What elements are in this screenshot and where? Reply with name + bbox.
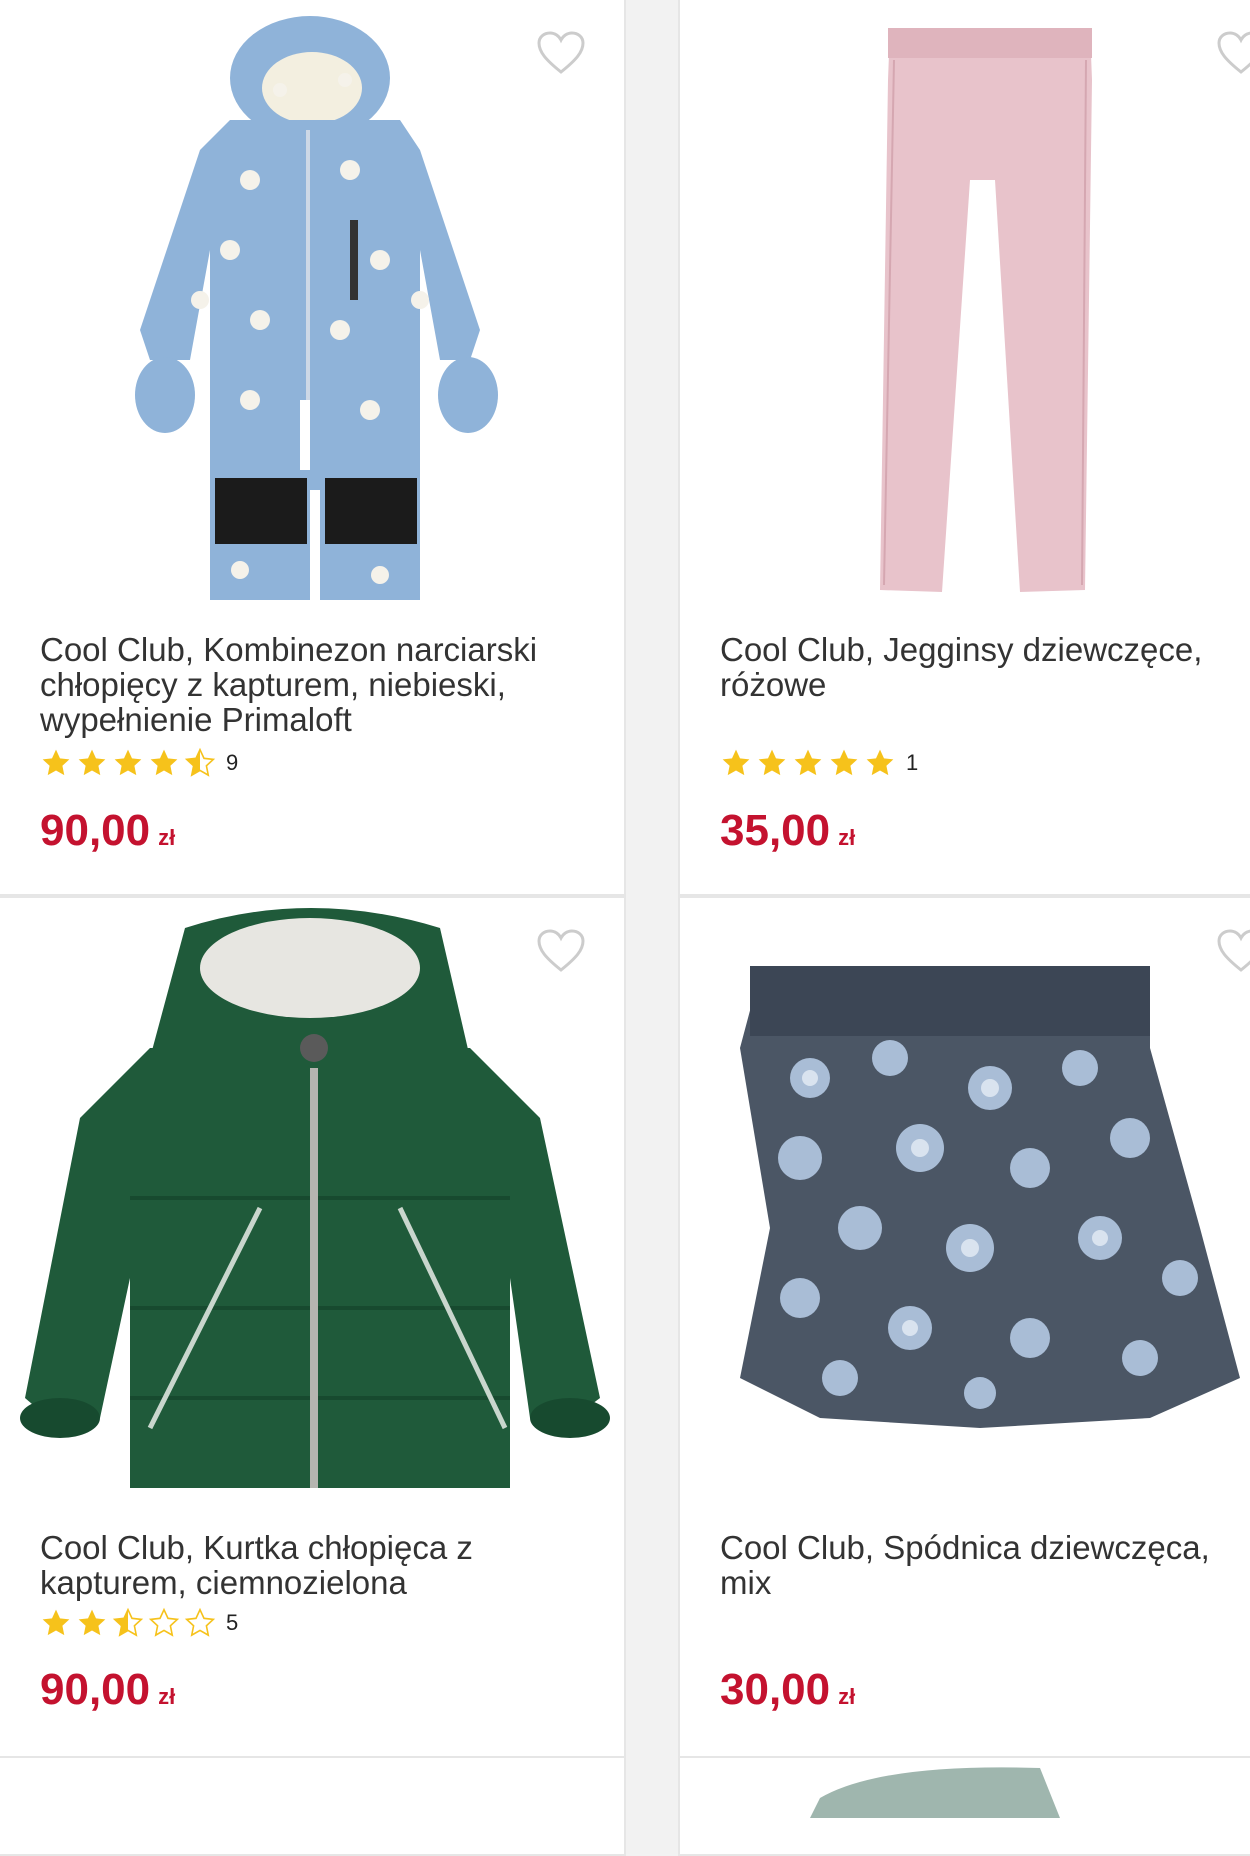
rating-count: 5 xyxy=(226,1610,239,1635)
product-rating: 1 xyxy=(720,747,918,779)
favorite-heart-icon[interactable] xyxy=(536,928,586,974)
product-rating: 9 xyxy=(40,747,238,779)
price-value: 90,00 xyxy=(40,1665,151,1714)
product-price: 30,00 zł xyxy=(720,1666,855,1721)
product-title[interactable]: Cool Club, Kombinezon narciarski chłopię… xyxy=(40,632,580,737)
product-card[interactable] xyxy=(0,1756,626,1856)
price-currency: zł xyxy=(838,825,856,850)
star-empty-icon xyxy=(148,1607,180,1639)
star-filled-icon xyxy=(112,747,144,779)
product-rating: 5 xyxy=(40,1607,238,1639)
star-filled-icon xyxy=(720,747,752,779)
product-card[interactable]: Cool Club, Jegginsy dziewczęce, różowe 1… xyxy=(678,0,1250,896)
star-filled-icon xyxy=(864,747,896,779)
favorite-heart-icon[interactable] xyxy=(1216,928,1250,974)
price-value: 35,00 xyxy=(720,806,831,855)
product-image-ski-suit[interactable] xyxy=(0,0,624,620)
product-price: 90,00 zł xyxy=(40,807,175,862)
favorite-heart-icon[interactable] xyxy=(1216,30,1250,76)
product-title[interactable]: Cool Club, Spódnica dziewczęca, mix xyxy=(720,1530,1220,1600)
product-image-partial[interactable] xyxy=(680,1758,1250,1856)
star-filled-icon xyxy=(828,747,860,779)
star-filled-icon xyxy=(76,1607,108,1639)
product-price: 35,00 zł xyxy=(720,807,855,862)
product-title[interactable]: Cool Club, Jegginsy dziewczęce, różowe xyxy=(720,632,1220,702)
star-filled-icon xyxy=(40,747,72,779)
product-title[interactable]: Cool Club, Kurtka chłopięca z kapturem, … xyxy=(40,1530,580,1600)
price-currency: zł xyxy=(158,825,176,850)
star-half-icon xyxy=(112,1607,144,1639)
star-filled-icon xyxy=(792,747,824,779)
star-filled-icon xyxy=(148,747,180,779)
product-card[interactable]: Cool Club, Spódnica dziewczęca, mix 30,0… xyxy=(678,896,1250,1758)
product-card[interactable]: Cool Club, Kurtka chłopięca z kapturem, … xyxy=(0,896,626,1758)
favorite-heart-icon[interactable] xyxy=(536,30,586,76)
product-card[interactable]: Cool Club, Kombinezon narciarski chłopię… xyxy=(0,0,626,896)
star-half-icon xyxy=(184,747,216,779)
star-filled-icon xyxy=(756,747,788,779)
price-currency: zł xyxy=(158,1684,176,1709)
rating-count: 9 xyxy=(226,750,239,775)
product-price: 90,00 zł xyxy=(40,1666,175,1721)
product-grid: Cool Club, Kombinezon narciarski chłopię… xyxy=(0,0,1250,1856)
star-filled-icon xyxy=(76,747,108,779)
star-filled-icon xyxy=(40,1607,72,1639)
price-value: 30,00 xyxy=(720,1665,831,1714)
rating-count: 1 xyxy=(906,750,919,775)
product-image-jeggings[interactable] xyxy=(680,0,1250,620)
product-card[interactable] xyxy=(678,1756,1250,1856)
product-image-floral-skirt[interactable] xyxy=(680,898,1250,1518)
product-image-green-jacket[interactable] xyxy=(0,898,624,1518)
price-value: 90,00 xyxy=(40,806,151,855)
star-empty-icon xyxy=(184,1607,216,1639)
price-currency: zł xyxy=(838,1684,856,1709)
